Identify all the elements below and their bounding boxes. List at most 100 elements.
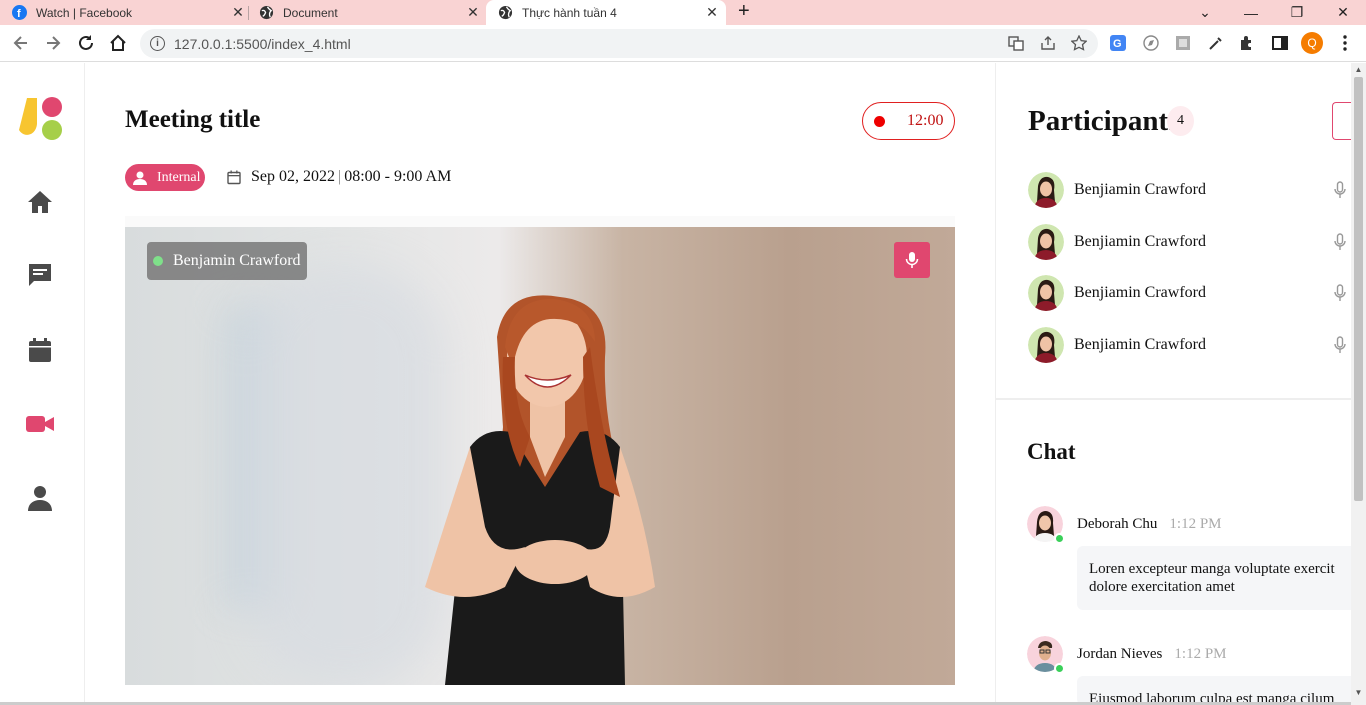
app-logo	[18, 96, 64, 142]
right-panel: Participants 4 Benjiamin Crawford Benjia…	[995, 63, 1366, 705]
scroll-down-icon[interactable]: ▼	[1354, 688, 1363, 697]
tab-search-icon[interactable]: ⌄	[1182, 0, 1228, 25]
new-tab-button[interactable]: +	[738, 0, 750, 23]
extensions-puzzle-icon[interactable]	[1237, 33, 1257, 53]
participant-avatar	[1028, 172, 1064, 208]
address-bar[interactable]: i 127.0.0.1:5500/index_4.html	[140, 29, 1098, 58]
participant-avatar	[1028, 275, 1064, 311]
participant-name: Benjiamin Crawford	[1074, 181, 1206, 198]
chat-message-bubble: Eiusmod laborum culpa est manga cilum	[1077, 676, 1366, 705]
eyedropper-extension-icon[interactable]	[1206, 33, 1226, 53]
video-frame-top	[125, 216, 955, 227]
image-extension-icon[interactable]	[1173, 33, 1193, 53]
online-status-dot	[1054, 533, 1065, 544]
reload-icon[interactable]	[75, 32, 97, 54]
share-icon[interactable]	[1038, 33, 1058, 53]
chat-avatar	[1027, 636, 1065, 674]
browser-toolbar: i 127.0.0.1:5500/index_4.html G Q	[0, 25, 1366, 62]
app-sidebar	[0, 63, 85, 705]
meeting-date: Sep 02, 2022	[251, 168, 335, 185]
chat-author: Deborah Chu	[1077, 515, 1158, 532]
tag-label: Internal	[157, 169, 201, 185]
tab-title: Document	[283, 5, 338, 20]
microphone-icon[interactable]	[1330, 233, 1350, 251]
sidebar-item-profile[interactable]	[25, 483, 55, 513]
url-text: 127.0.0.1:5500/index_4.html	[174, 36, 351, 52]
user-icon	[132, 170, 148, 186]
tab-thuc-hanh-tuan-4[interactable]: Thực hành tuần 4 ✕	[486, 0, 726, 25]
online-status-dot	[1054, 663, 1065, 674]
participant-row[interactable]: Benjiamin Crawford	[1028, 327, 1358, 363]
tab-divider	[248, 6, 249, 20]
bookmark-star-icon[interactable]	[1069, 33, 1089, 53]
chat-message-line: dolore exercitation amet	[1089, 579, 1235, 595]
chat-time: 1:12 PM	[1174, 645, 1227, 662]
video-camera-icon	[26, 416, 54, 432]
chat-avatar	[1027, 506, 1065, 544]
chat-icon	[29, 264, 51, 286]
meeting-schedule: Sep 02, 2022 | 08:00 - 9:00 AM	[227, 168, 451, 186]
meeting-time-range: 08:00 - 9:00 AM	[344, 168, 452, 185]
calendar-outline-icon	[227, 170, 241, 185]
scroll-up-icon[interactable]: ▲	[1354, 65, 1363, 74]
sidebar-item-home[interactable]	[25, 187, 55, 217]
browser-menu-icon[interactable]	[1335, 33, 1355, 53]
recording-dot-icon	[874, 115, 885, 127]
close-window-button[interactable]: ✕	[1320, 0, 1366, 25]
close-tab-icon[interactable]: ✕	[230, 4, 246, 21]
speaker-name-label: Benjamin Crawford	[147, 242, 307, 280]
video-stream[interactable]: Benjamin Crawford	[125, 227, 955, 685]
chat-message-header: Deborah Chu 1:12 PM	[1027, 505, 1222, 544]
compass-extension-icon[interactable]	[1141, 33, 1161, 53]
recording-time: 12:00	[907, 112, 944, 129]
tab-title: Thực hành tuần 4	[522, 5, 617, 20]
microphone-icon[interactable]	[1330, 284, 1350, 302]
user-icon	[28, 486, 52, 511]
calendar-icon	[29, 338, 51, 362]
participant-row[interactable]: Benjiamin Crawford	[1028, 172, 1358, 208]
minimize-button[interactable]: —	[1228, 0, 1274, 25]
tab-facebook[interactable]: f Watch | Facebook ✕	[12, 0, 246, 25]
close-tab-icon[interactable]: ✕	[465, 4, 481, 21]
sidebar-item-calendar[interactable]	[25, 335, 55, 365]
scrollbar-thumb[interactable]	[1354, 77, 1363, 501]
meeting-type-tag: Internal	[125, 164, 205, 191]
close-tab-icon[interactable]: ✕	[704, 4, 720, 21]
chat-time: 1:12 PM	[1169, 515, 1222, 532]
side-panel-icon[interactable]	[1270, 33, 1290, 53]
sidebar-item-chat[interactable]	[25, 260, 55, 290]
chat-message-header: Jordan Nieves 1:12 PM	[1027, 635, 1227, 674]
vertical-scrollbar[interactable]: ▲ ▼	[1351, 63, 1366, 705]
recording-indicator[interactable]: 12:00	[862, 102, 955, 140]
sidebar-item-meeting[interactable]	[25, 409, 55, 439]
back-icon[interactable]	[10, 32, 32, 54]
google-translate-extension-icon[interactable]: G	[1108, 33, 1128, 53]
browser-tab-strip: f Watch | Facebook ✕ Document ✕ Thực hàn…	[0, 0, 1366, 25]
participant-row[interactable]: Benjiamin Crawford	[1028, 275, 1358, 311]
translate-icon[interactable]	[1006, 33, 1026, 53]
home-browser-icon[interactable]	[107, 32, 129, 54]
participant-name: Benjiamin Crawford	[1074, 336, 1206, 353]
forward-icon[interactable]	[42, 32, 64, 54]
tab-document[interactable]: Document ✕	[259, 0, 481, 25]
participant-avatar	[1028, 327, 1064, 363]
speaker-mic-button[interactable]	[894, 242, 930, 278]
speaker-video-figure	[425, 295, 655, 685]
microphone-icon[interactable]	[1330, 181, 1350, 199]
participant-avatar	[1028, 224, 1064, 260]
panel-divider	[996, 398, 1352, 400]
chat-title: Chat	[1027, 439, 1076, 464]
globe-icon	[259, 5, 274, 20]
site-info-icon[interactable]: i	[150, 36, 165, 51]
home-icon	[28, 191, 52, 213]
restore-button[interactable]: ❐	[1274, 0, 1320, 25]
profile-avatar[interactable]: Q	[1301, 32, 1323, 54]
meeting-title: Meeting title	[125, 106, 261, 133]
svg-text:f: f	[17, 8, 21, 20]
microphone-icon	[905, 252, 919, 268]
microphone-icon[interactable]	[1330, 336, 1350, 354]
participant-row[interactable]: Benjiamin Crawford	[1028, 224, 1358, 260]
chat-message-line: Loren excepteur manga voluptate exercit	[1089, 561, 1335, 577]
chat-author: Jordan Nieves	[1077, 645, 1163, 662]
participants-count-badge: 4	[1167, 106, 1194, 136]
